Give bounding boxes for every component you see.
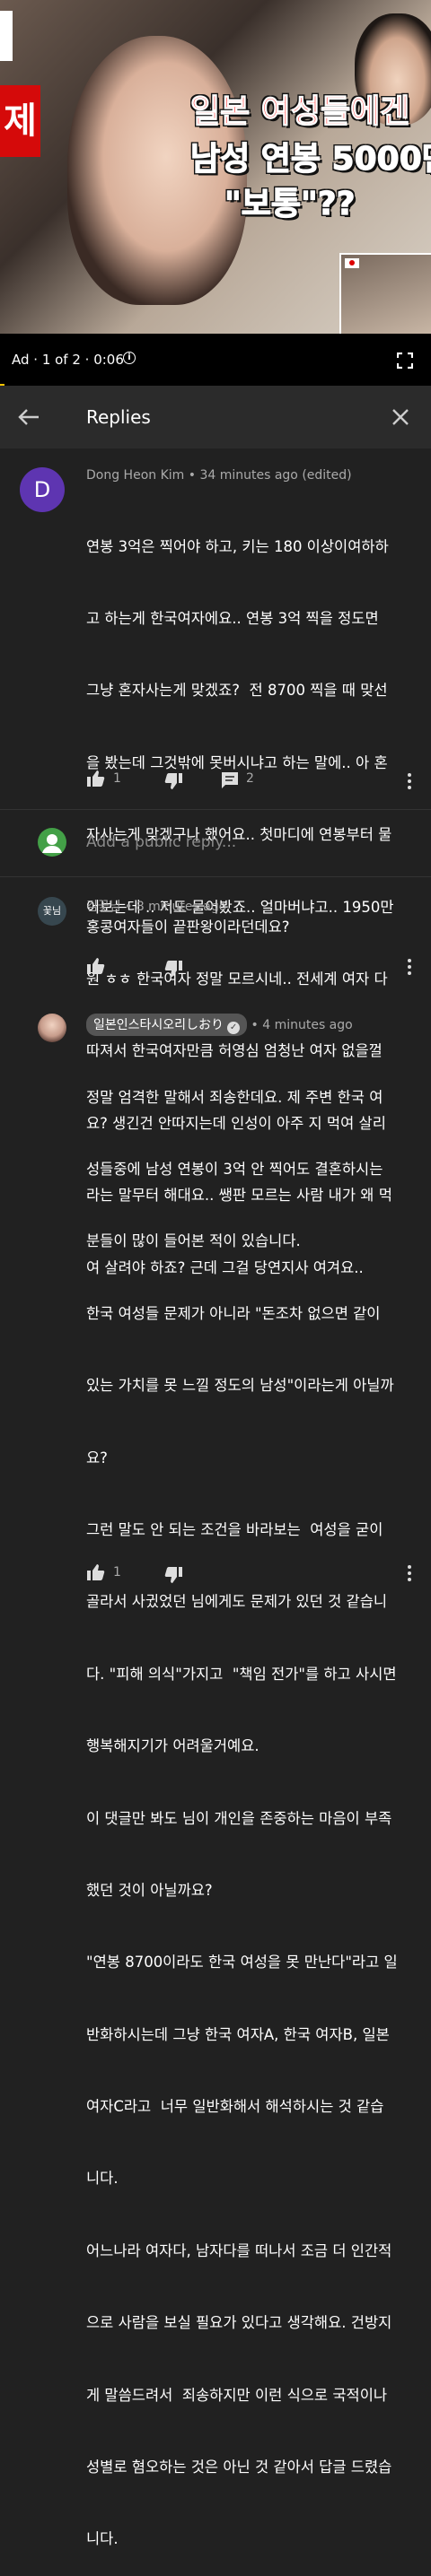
comment-line: 성별로 혐오하는 것은 아닌 것 같아서 답글 드렸습 (86, 2459, 392, 2476)
reply-count[interactable]: 2 (246, 771, 254, 786)
like-icon[interactable] (86, 957, 106, 975)
comment-line: 했던 것이 아닐까요? (86, 1881, 213, 1899)
comment-line: "연봉 8700이라도 한국 여성을 못 만난다"라고 일 (86, 1954, 398, 1971)
like-icon[interactable] (86, 770, 106, 788)
video-thumbnail[interactable]: 제 일본 여성들에겐 남성 연봉 5000만원 "보통"?? (0, 0, 431, 334)
comment-line: 니다. (86, 2530, 119, 2548)
overlay-tab (0, 11, 13, 61)
comment-line: 한국 여성들 문제가 아니라 "돈조차 없으면 같이 (86, 1304, 381, 1322)
divider (0, 876, 431, 877)
comment-time: • 4 minutes ago (251, 1018, 353, 1032)
avatar[interactable]: 꽃님 (38, 897, 66, 926)
more-options-icon[interactable] (408, 959, 411, 978)
thumbnail-inset-image (339, 253, 431, 334)
comment-author[interactable]: 일본인스타시오리しおり ✓ • 4 minutes ago (86, 1014, 353, 1036)
page-title: Replies (86, 406, 151, 428)
comment-line: 요? (86, 1449, 108, 1466)
avatar[interactable] (38, 1014, 66, 1042)
like-icon[interactable] (86, 1563, 106, 1581)
comment-line: 연봉 3억은 찍어야 하고, 키는 180 이상이여하하 (86, 537, 389, 555)
avatar[interactable]: D (20, 467, 65, 512)
like-count: 1 (113, 1565, 121, 1580)
comment-author[interactable]: 김꽃님 • 8 minutes ago (86, 897, 226, 915)
comment-line: 행복해지기가 어려울거예요. (86, 1737, 259, 1755)
comment-line: 그냥 혼자사는게 맞겠죠? 전 8700 찍을 때 맞선 (86, 682, 388, 700)
thumbnail-side-caption: 제 (0, 85, 40, 157)
japan-flag-icon (345, 258, 359, 268)
more-options-icon[interactable] (408, 773, 411, 792)
comment-line: 여자C라고 너무 일반화해서 해석하시는 것 같습 (86, 2098, 384, 2116)
comment-line: 분들이 많이 들어본 적이 있습니다. (86, 1232, 301, 1250)
thumbnail-headline-3: "보통"?? (224, 185, 356, 222)
author-badge[interactable]: 일본인스타시오리しおり ✓ (86, 1014, 248, 1036)
comment-line: 그런 말도 안 되는 조건을 바라보는 여성을 굳이 (86, 1520, 383, 1538)
close-icon[interactable] (391, 408, 409, 426)
ad-bar: Ad · 1 of 2 · 0:06 (0, 334, 431, 386)
dislike-icon[interactable] (163, 772, 183, 790)
comment-line: 다. "피해 의식"가지고 "책임 전가"를 하고 사시면 (86, 1665, 397, 1683)
comment-line: 이 댓글만 봐도 님이 개인을 존중하는 마음이 부족 (86, 1809, 392, 1827)
comment-actions (86, 957, 266, 977)
comment-line: 게 말씀드려서 죄송하지만 이런 식으로 국적이나 (86, 2386, 388, 2404)
comment-line: 있는 가치를 못 느낄 정도의 남성"이라는게 아닐까 (86, 1377, 394, 1395)
verified-check-icon: ✓ (227, 1022, 241, 1034)
thumbnail-headline-2: 남성 연봉 5000만원 (189, 140, 431, 178)
info-icon[interactable]: i (123, 352, 136, 364)
divider (0, 809, 431, 810)
avatar (38, 828, 66, 857)
like-count: 1 (113, 771, 121, 786)
video-player[interactable]: 제 일본 여성들에겐 남성 연봉 5000만원 "보통"?? Ad · 1 of… (0, 0, 431, 386)
comment-line: 고 하는게 한국여자에요.. 연봉 3억 찍을 정도면 (86, 609, 379, 627)
ad-label: Ad · 1 of 2 · 0:06 (12, 352, 124, 368)
comment-text: 정말 엄격한 말해서 죄송한데요. 제 주변 한국 여 성들중에 남성 연봉이 … (86, 1038, 398, 2576)
dislike-icon[interactable] (163, 960, 183, 978)
more-options-icon[interactable] (408, 1565, 411, 1584)
reply-input[interactable]: Add a public reply... (86, 833, 236, 851)
comment-actions: 1 (86, 1563, 266, 1583)
comment-line: 정말 엄격한 말해서 죄송한데요. 제 주변 한국 여 (86, 1088, 383, 1106)
comment-line: 어느나라 여자다, 남자다를 떠나서 조금 더 인간적 (86, 2241, 392, 2259)
back-arrow-icon[interactable] (18, 408, 40, 426)
author-name: 일본인스타시오리しおり (93, 1018, 224, 1032)
comment-actions: 1 2 (86, 770, 418, 789)
dislike-icon[interactable] (163, 1566, 183, 1584)
thumbnail-headline-1: 일본 여성들에겐 (189, 92, 410, 130)
comment-line: 니다. (86, 2170, 119, 2188)
reply-icon[interactable] (221, 771, 239, 789)
comment-line: 반화하시는데 그냥 한국 여자A, 한국 여자B, 일본 (86, 2025, 390, 2043)
comment-author[interactable]: Dong Heon Kim • 34 minutes ago (edited) (86, 468, 352, 483)
replies-header (0, 386, 431, 448)
person-icon (42, 834, 62, 853)
comment-line: 으로 사람을 보실 필요가 있다고 생각해요. 건방지 (86, 2314, 392, 2332)
comment-line: 성들중에 남성 연봉이 3억 안 찍어도 결혼하시는 (86, 1160, 383, 1178)
comment-text: 홍콩여자들이 끝판왕이라던데요? (86, 918, 290, 936)
fullscreen-icon[interactable] (397, 352, 413, 369)
